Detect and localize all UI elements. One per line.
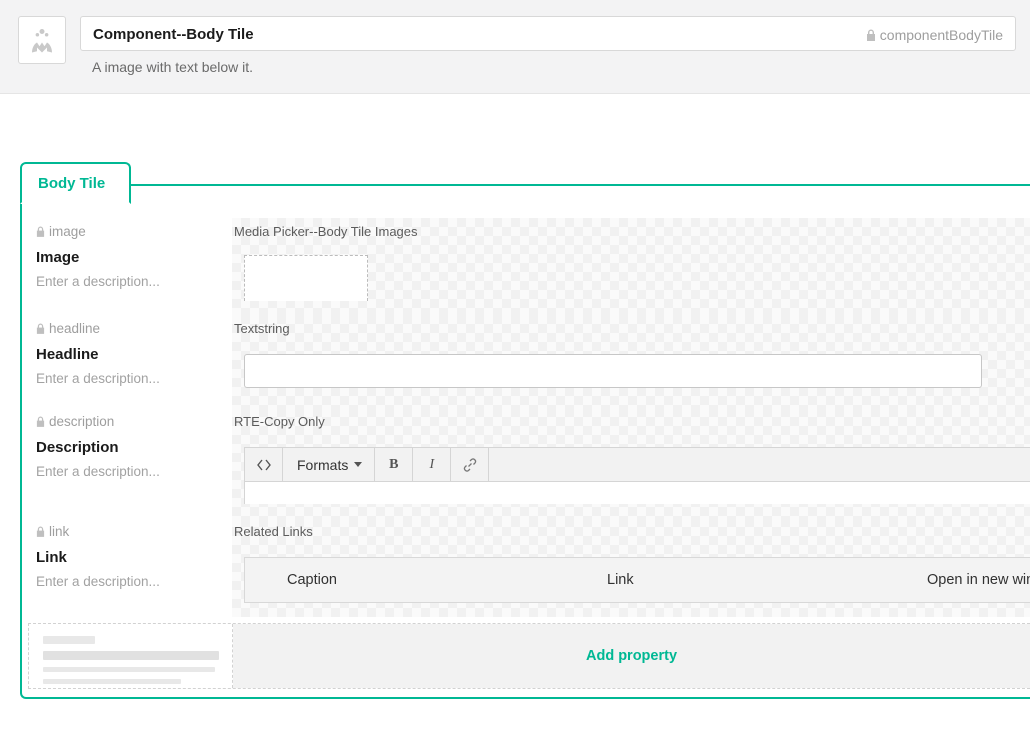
property-editor-label[interactable]: Related Links (232, 524, 1030, 547)
doctype-icon[interactable] (18, 16, 66, 64)
lock-icon (866, 29, 876, 41)
title-card[interactable]: Component--Body Tile componentBodyTile (80, 16, 1016, 51)
rte-source-button[interactable] (245, 448, 283, 481)
property-row-link: link Link Enter a description... Related… (22, 518, 1030, 617)
add-property-row: Add property (28, 623, 1030, 689)
property-name[interactable]: Image (36, 249, 218, 266)
property-name[interactable]: Link (36, 549, 218, 566)
rte-formats-dropdown[interactable]: Formats (283, 448, 375, 481)
link-icon (463, 458, 477, 472)
media-picker-placeholder[interactable] (244, 255, 368, 301)
related-links-table: Caption Link Open in new win (244, 557, 1030, 603)
add-property-button[interactable]: Add property (586, 648, 677, 664)
page-header: Component--Body Tile componentBodyTile A… (0, 0, 1030, 94)
property-row-description: description Description Enter a descript… (22, 408, 1030, 518)
lock-icon (36, 323, 45, 334)
col-header-open: Open in new win (927, 572, 1030, 588)
property-alias[interactable]: link (36, 524, 218, 539)
chevron-down-icon (354, 462, 362, 467)
textstring-input[interactable] (244, 354, 982, 388)
rte-bold-button[interactable]: B (375, 448, 413, 481)
tab-panel: Body Tile image Image Enter a descriptio… (20, 184, 1030, 699)
lock-icon (36, 526, 45, 537)
rte-link-button[interactable] (451, 448, 489, 481)
col-header-link: Link (607, 572, 927, 588)
property-description[interactable]: Enter a description... (36, 274, 218, 289)
lock-icon (36, 226, 45, 237)
code-icon (257, 459, 271, 471)
property-name[interactable]: Description (36, 439, 218, 456)
rte-body[interactable] (245, 482, 1030, 504)
doctype-description[interactable]: A image with text below it. (80, 51, 1016, 75)
property-row-headline: headline Headline Enter a description...… (22, 315, 1030, 408)
property-name[interactable]: Headline (36, 346, 218, 363)
property-description[interactable]: Enter a description... (36, 574, 218, 589)
doctype-title: Component--Body Tile (93, 26, 254, 43)
property-alias[interactable]: description (36, 414, 218, 429)
add-property-skeleton (29, 624, 233, 688)
col-header-caption: Caption (287, 572, 607, 588)
property-alias[interactable]: image (36, 224, 218, 239)
people-care-icon (27, 25, 57, 55)
property-editor-label[interactable]: Media Picker--Body Tile Images (232, 224, 1030, 247)
property-editor-label[interactable]: Textstring (232, 321, 1030, 344)
property-editor-label[interactable]: RTE-Copy Only (232, 414, 1030, 437)
doctype-alias: componentBodyTile (866, 27, 1003, 43)
property-description[interactable]: Enter a description... (36, 464, 218, 479)
property-description[interactable]: Enter a description... (36, 371, 218, 386)
property-row-image: image Image Enter a description... Media… (22, 218, 1030, 315)
rte-editor: Formats B I (244, 447, 1030, 504)
rte-italic-button[interactable]: I (413, 448, 451, 481)
property-alias[interactable]: headline (36, 321, 218, 336)
lock-icon (36, 416, 45, 427)
tab-body-tile[interactable]: Body Tile (20, 162, 131, 204)
